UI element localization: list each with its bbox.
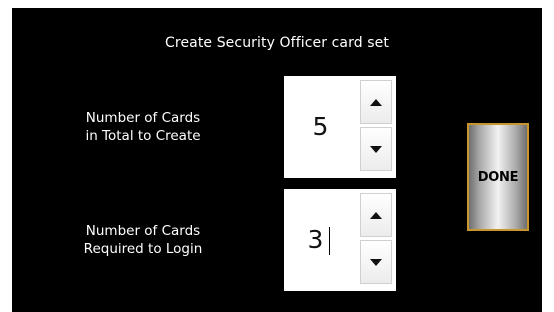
triangle-down-icon bbox=[370, 258, 382, 266]
total-cards-decrement-button[interactable] bbox=[360, 127, 392, 171]
triangle-up-icon bbox=[370, 211, 382, 219]
total-cards-label-line2: in Total to Create bbox=[85, 128, 201, 144]
required-cards-stepper bbox=[357, 189, 396, 291]
total-cards-value: 5 bbox=[312, 112, 329, 141]
total-cards-increment-button[interactable] bbox=[360, 80, 392, 124]
total-cards-label-line1: Number of Cards bbox=[85, 110, 201, 126]
required-cards-label-line2: Required to Login bbox=[83, 241, 203, 257]
dialog-screen: Create Security Officer card set Number … bbox=[12, 8, 542, 312]
total-cards-input[interactable]: 5 bbox=[284, 76, 357, 178]
text-caret bbox=[329, 227, 330, 255]
required-cards-input[interactable]: 3 bbox=[284, 189, 357, 291]
triangle-up-icon bbox=[370, 98, 382, 106]
total-cards-label: Number of Cards in Total to Create bbox=[48, 109, 238, 145]
required-cards-label-line1: Number of Cards bbox=[85, 223, 201, 239]
total-cards-stepper bbox=[357, 76, 396, 178]
triangle-down-icon bbox=[370, 145, 382, 153]
required-cards-label: Number of Cards Required to Login bbox=[48, 222, 238, 258]
required-cards-value: 3 bbox=[307, 225, 324, 254]
required-cards-decrement-button[interactable] bbox=[360, 240, 392, 284]
required-cards-increment-button[interactable] bbox=[360, 193, 392, 237]
dialog-title: Create Security Officer card set bbox=[165, 35, 389, 51]
done-button[interactable]: DONE bbox=[467, 123, 529, 231]
